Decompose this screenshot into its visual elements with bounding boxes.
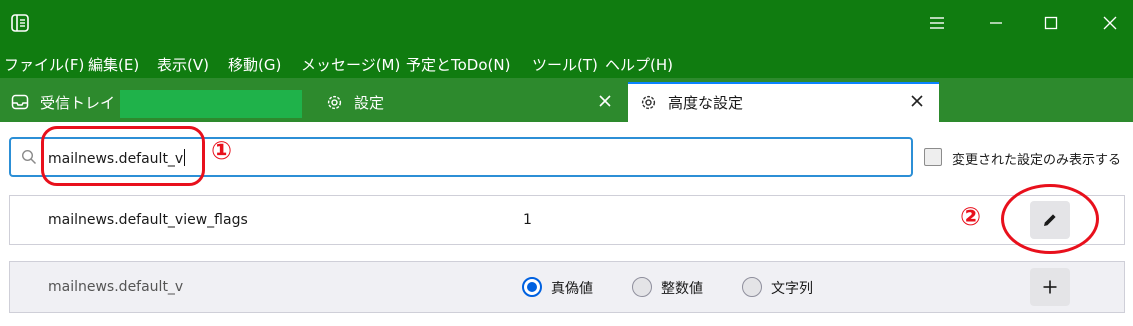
tab-bar: 受信トレイ - 設定 高度な設定 [0,78,1133,122]
hamburger-icon [930,17,944,29]
show-modified-checkbox[interactable] [924,148,942,166]
show-modified-label: 変更された設定のみ表示する [952,153,1122,168]
pref-name: mailnews.default_view_flags [48,212,248,228]
new-pref-row: mailnews.default_v 真偽値 整数値 文字列 [9,261,1125,313]
title-bar [0,0,1133,46]
maximize-icon [1044,16,1058,30]
menu-go[interactable]: 移動(G) [228,54,281,75]
type-string-radio[interactable] [742,277,762,297]
search-icon [21,149,37,165]
menu-bar: ファイル(F) 編集(E) 表示(V) 移動(G) メッセージ(M) 予定とTo… [0,46,1133,78]
menu-help[interactable]: ヘルプ(H) [605,54,673,75]
close-icon[interactable] [910,94,924,108]
tab-advanced-settings-label: 高度な設定 [668,94,744,112]
close-icon[interactable] [598,94,612,108]
add-pref-button[interactable] [1030,268,1070,306]
menu-message[interactable]: メッセージ(M) [301,54,400,75]
menu-events-tasks[interactable]: 予定とToDo(N) [406,54,510,75]
plus-icon [1043,280,1057,294]
close-icon [1103,16,1117,30]
annotation-marker-2: ② [960,202,982,231]
redacted-account-name [120,90,302,118]
search-input-value: mailnews.default_v [48,149,186,167]
new-pref-name: mailnews.default_v [48,279,184,295]
tab-settings[interactable]: 設定 [314,82,624,122]
advanced-config-page: mailnews.default_v 変更された設定のみ表示する mailnew… [0,122,1133,326]
type-number-label: 整数値 [661,281,703,297]
app-icon[interactable] [10,13,30,33]
maximize-button[interactable] [1028,0,1074,46]
type-boolean-radio[interactable] [522,277,542,297]
menu-edit[interactable]: 編集(E) [88,54,139,75]
tab-advanced-settings[interactable]: 高度な設定 [628,82,939,122]
pref-row: mailnews.default_view_flags 1 [9,195,1125,245]
menu-view[interactable]: 表示(V) [157,54,209,75]
menu-file[interactable]: ファイル(F) [4,54,84,75]
inbox-icon [11,94,29,110]
menu-tools[interactable]: ツール(T) [532,54,598,75]
tab-inbox[interactable]: 受信トレイ - [0,82,310,122]
close-window-button[interactable] [1087,0,1133,46]
annotation-marker-1: ① [211,136,233,165]
minimize-icon [990,22,1002,24]
pref-value: 1 [523,212,532,228]
type-string-label: 文字列 [771,281,813,297]
search-input[interactable]: mailnews.default_v [9,137,913,177]
tab-settings-label: 設定 [354,94,385,112]
app-menu-button[interactable] [914,0,960,46]
type-number-radio[interactable] [632,277,652,297]
edit-icon [1044,214,1056,226]
minimize-button[interactable] [973,0,1019,46]
gear-icon [327,95,342,110]
edit-pref-button[interactable] [1030,201,1070,239]
gear-icon [641,95,656,110]
type-boolean-label: 真偽値 [551,281,593,297]
tab-inbox-label: 受信トレイ - [40,94,126,112]
